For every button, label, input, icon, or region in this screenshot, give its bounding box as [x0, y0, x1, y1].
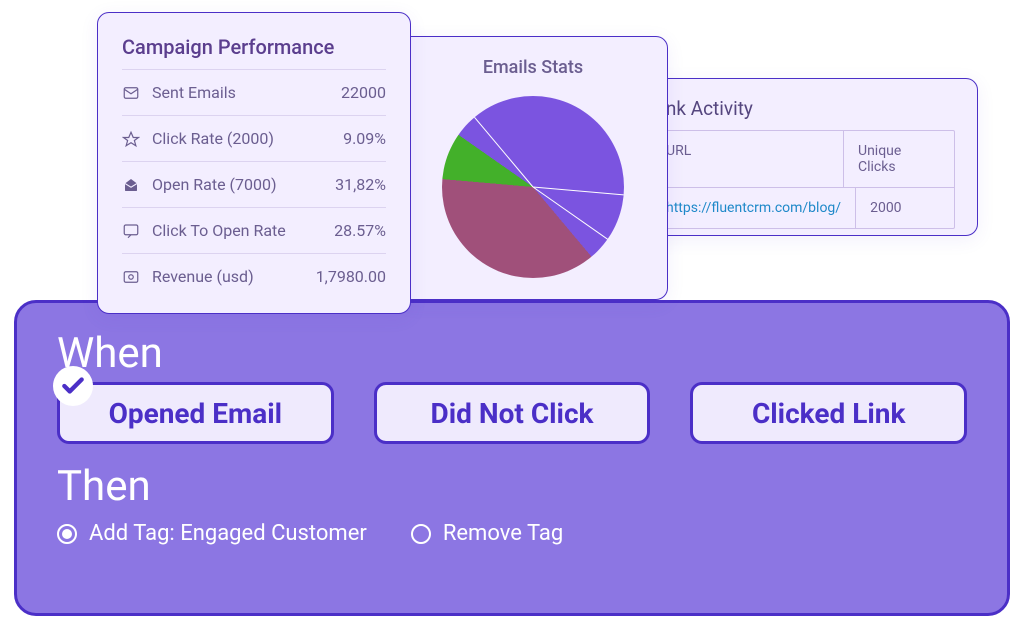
perf-value: 28.57%	[334, 221, 386, 240]
perf-label: Click Rate (2000)	[152, 129, 331, 148]
link-activity-card: Link Activity URL Unique Clicks https://…	[620, 78, 978, 236]
chat-icon	[122, 222, 140, 240]
table-header-row: URL Unique Clicks	[652, 131, 954, 187]
radio-label: Remove Tag	[443, 521, 563, 546]
radio-label: Add Tag: Engaged Customer	[89, 521, 367, 546]
link-activity-table: URL Unique Clicks https://fluentcrm.com/…	[651, 130, 955, 229]
perf-value: 1,7980.00	[316, 267, 386, 286]
col-url: URL	[652, 131, 844, 187]
link-url[interactable]: https://fluentcrm.com/blog/	[652, 188, 856, 228]
perf-row-cto: Click To Open Rate 28.57%	[122, 208, 386, 254]
then-heading: Then	[57, 462, 967, 511]
perf-row-revenue: Revenue (usd) 1,7980.00	[122, 254, 386, 299]
radio-icon	[57, 524, 77, 544]
link-activity-title: Link Activity	[651, 97, 955, 124]
cursor-icon	[122, 130, 140, 148]
emails-stats-title: Emails Stats	[399, 57, 667, 78]
link-clicks: 2000	[856, 188, 954, 228]
perf-row-open-rate: Open Rate (7000) 31,82%	[122, 162, 386, 208]
action-remove-tag[interactable]: Remove Tag	[411, 521, 563, 546]
emails-stats-pie	[442, 96, 624, 278]
mail-icon	[122, 84, 140, 102]
perf-value: 9.09%	[343, 129, 386, 148]
trigger-row: Opened Email Did Not Click Clicked Link	[57, 382, 967, 444]
perf-label: Click To Open Rate	[152, 221, 322, 240]
open-icon	[122, 176, 140, 194]
emails-stats-card: Emails Stats	[398, 36, 668, 300]
perf-row-sent: Sent Emails 22000	[122, 70, 386, 116]
trigger-clicked-link[interactable]: Clicked Link	[690, 382, 967, 444]
trigger-label: Did Not Click	[431, 397, 594, 430]
perf-row-click-rate: Click Rate (2000) 9.09%	[122, 116, 386, 162]
perf-value: 31,82%	[335, 175, 386, 194]
action-add-tag[interactable]: Add Tag: Engaged Customer	[57, 521, 367, 546]
revenue-icon	[122, 268, 140, 286]
table-row: https://fluentcrm.com/blog/ 2000	[652, 187, 954, 228]
perf-label: Revenue (usd)	[152, 267, 304, 286]
automation-panel: When Opened Email Did Not Click Clicked …	[14, 300, 1010, 616]
trigger-label: Opened Email	[109, 397, 283, 430]
action-radio-group: Add Tag: Engaged Customer Remove Tag	[57, 521, 967, 546]
col-clicks: Unique Clicks	[844, 131, 954, 187]
perf-label: Sent Emails	[152, 83, 329, 102]
check-icon	[53, 366, 93, 406]
trigger-opened-email[interactable]: Opened Email	[57, 382, 334, 444]
campaign-performance-title: Campaign Performance	[122, 35, 386, 70]
when-heading: When	[57, 329, 967, 378]
perf-label: Open Rate (7000)	[152, 175, 323, 194]
trigger-did-not-click[interactable]: Did Not Click	[374, 382, 651, 444]
trigger-label: Clicked Link	[752, 397, 905, 430]
radio-icon	[411, 524, 431, 544]
campaign-performance-card: Campaign Performance Sent Emails 22000 C…	[97, 12, 411, 314]
perf-value: 22000	[341, 83, 386, 102]
